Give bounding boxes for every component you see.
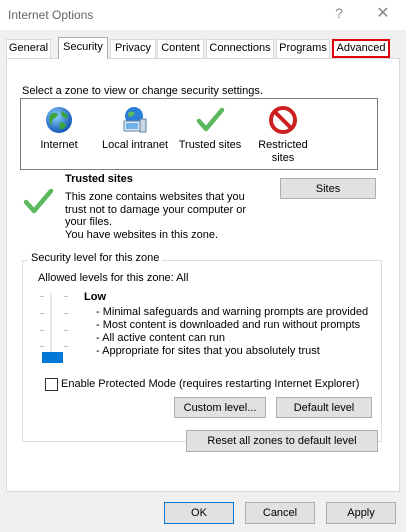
zone-list[interactable]: Internet Local intranet Trusted sites Re… xyxy=(20,98,378,170)
zone-description-line: You have websites in this zone. xyxy=(65,228,219,241)
protected-mode-checkbox[interactable] xyxy=(45,378,58,391)
zone-prompt: Select a zone to view or change security… xyxy=(22,85,263,97)
slider-thumb[interactable] xyxy=(42,352,63,363)
zone-description: This zone contains websites that you tru… xyxy=(65,191,246,241)
zone-restricted-sites[interactable]: Restricted sites xyxy=(253,105,313,165)
zone-description-line: trust not to damage your computer or xyxy=(65,203,246,216)
zone-local-intranet[interactable]: Local intranet xyxy=(95,105,175,152)
zone-internet-label: Internet xyxy=(40,139,78,151)
zone-description-line: your files. xyxy=(65,216,113,228)
level-details: - Minimal safeguards and warning prompts… xyxy=(96,306,368,358)
zone-trusted-sites[interactable]: Trusted sites xyxy=(175,105,245,152)
cancel-button[interactable]: Cancel xyxy=(245,502,315,524)
zone-title: Trusted sites xyxy=(65,173,133,185)
globe-icon xyxy=(46,107,72,133)
slider-tick xyxy=(40,296,44,297)
level-detail-line: - All active content can run xyxy=(96,332,226,344)
zone-local-intranet-label: Local intranet xyxy=(101,139,169,151)
sites-button[interactable]: Sites xyxy=(280,178,376,199)
window-title: Internet Options xyxy=(8,8,94,22)
allowed-levels-label: Allowed levels for this zone: All xyxy=(38,272,189,284)
network-icon xyxy=(123,107,147,133)
slider-tick xyxy=(40,330,44,331)
zone-internet[interactable]: Internet xyxy=(27,105,91,152)
level-name: Low xyxy=(84,291,106,303)
help-icon[interactable]: ? xyxy=(332,5,346,23)
custom-level-button[interactable]: Custom level... xyxy=(174,397,266,418)
zone-trusted-sites-label: Trusted sites xyxy=(175,139,245,152)
tab-programs[interactable]: Programs xyxy=(276,39,330,58)
tab-security[interactable]: Security xyxy=(58,37,108,59)
title-bar: Internet Options ? ✕ xyxy=(0,0,406,30)
level-detail-line: - Most content is downloaded and run wit… xyxy=(96,319,361,331)
security-level-group-label: Security level for this zone xyxy=(28,252,163,264)
slider-tick xyxy=(64,296,68,297)
level-detail-line: - Appropriate for sites that you absolut… xyxy=(96,345,320,357)
dialog-footer: OK Cancel Apply xyxy=(0,492,406,532)
slider-tick xyxy=(64,330,68,331)
tab-general[interactable]: General xyxy=(6,39,51,58)
protected-mode-label[interactable]: Enable Protected Mode (requires restarti… xyxy=(61,378,359,390)
ok-button[interactable]: OK xyxy=(164,502,234,524)
tab-content[interactable]: Content xyxy=(157,39,204,58)
zone-description-line: This zone contains websites that you xyxy=(65,191,245,203)
tab-strip: General Security Privacy Content Connect… xyxy=(6,37,402,59)
checkmark-icon xyxy=(196,107,225,132)
default-level-button[interactable]: Default level xyxy=(276,397,372,418)
reset-all-zones-button[interactable]: Reset all zones to default level xyxy=(186,430,378,452)
zone-restricted-sites-label: Restricted sites xyxy=(258,139,308,164)
apply-button[interactable]: Apply xyxy=(326,502,396,524)
slider-tick xyxy=(40,346,44,347)
tab-advanced[interactable]: Advanced xyxy=(332,39,390,58)
close-icon[interactable]: ✕ xyxy=(374,3,392,23)
trusted-checkmark-icon xyxy=(23,188,54,214)
tab-privacy[interactable]: Privacy xyxy=(110,39,156,58)
level-detail-line: - Minimal safeguards and warning prompts… xyxy=(96,306,369,318)
tab-connections[interactable]: Connections xyxy=(206,39,274,58)
slider-tick xyxy=(40,313,44,314)
slider-tick xyxy=(64,313,68,314)
slider-tick xyxy=(64,346,68,347)
no-entry-icon xyxy=(269,106,297,134)
